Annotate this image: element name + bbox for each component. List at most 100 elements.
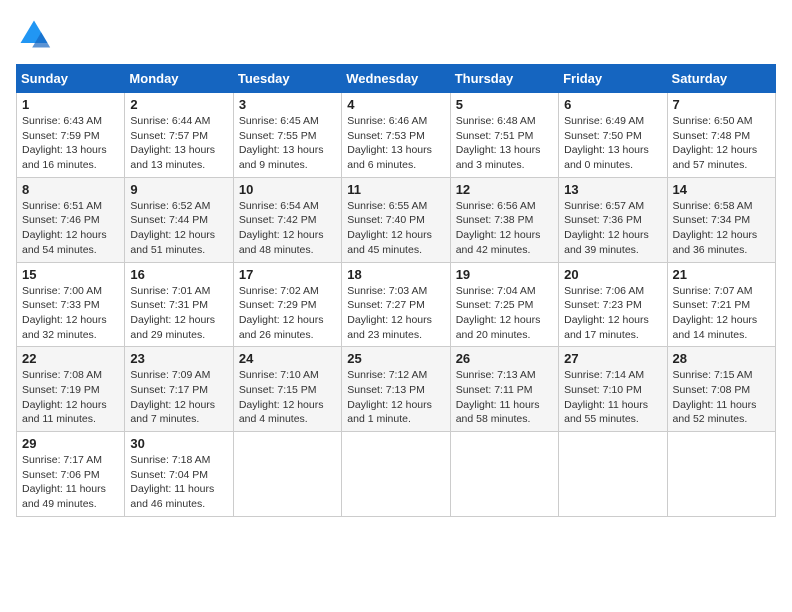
day-number: 25 [347,351,444,366]
day-number: 6 [564,97,661,112]
calendar-day-cell: 4 Sunrise: 6:46 AMSunset: 7:53 PMDaylight… [342,93,450,178]
day-number: 27 [564,351,661,366]
calendar-week-row: 8 Sunrise: 6:51 AMSunset: 7:46 PMDaylight… [17,177,776,262]
day-info: Sunrise: 7:12 AMSunset: 7:13 PMDaylight:… [347,369,432,425]
calendar-day-cell: 2 Sunrise: 6:44 AMSunset: 7:57 PMDaylight… [125,93,233,178]
day-info: Sunrise: 7:06 AMSunset: 7:23 PMDaylight:… [564,285,649,341]
day-number: 13 [564,182,661,197]
day-number: 15 [22,267,119,282]
calendar-day-cell: 26 Sunrise: 7:13 AMSunset: 7:11 PMDayligh… [450,347,558,432]
day-info: Sunrise: 6:57 AMSunset: 7:36 PMDaylight:… [564,200,649,256]
day-number: 10 [239,182,336,197]
day-info: Sunrise: 6:44 AMSunset: 7:57 PMDaylight:… [130,115,215,171]
day-info: Sunrise: 7:00 AMSunset: 7:33 PMDaylight:… [22,285,107,341]
calendar-day-cell [342,432,450,517]
weekday-header-row: SundayMondayTuesdayWednesdayThursdayFrid… [17,65,776,93]
weekday-header-cell: Saturday [667,65,775,93]
calendar-day-cell: 15 Sunrise: 7:00 AMSunset: 7:33 PMDayligh… [17,262,125,347]
calendar-day-cell: 20Sunrise: 7:06 AMSunset: 7:23 PMDayligh… [559,262,667,347]
day-info: Sunrise: 6:52 AMSunset: 7:44 PMDaylight:… [130,200,215,256]
calendar-day-cell: 5 Sunrise: 6:48 AMSunset: 7:51 PMDaylight… [450,93,558,178]
calendar-table: SundayMondayTuesdayWednesdayThursdayFrid… [16,64,776,517]
day-number: 5 [456,97,553,112]
calendar-day-cell: 29 Sunrise: 7:17 AMSunset: 7:06 PMDayligh… [17,432,125,517]
day-info: Sunrise: 7:14 AMSunset: 7:10 PMDaylight:… [564,369,648,425]
day-number: 2 [130,97,227,112]
day-info: Sunrise: 7:10 AMSunset: 7:15 PMDaylight:… [239,369,324,425]
calendar-week-row: 1 Sunrise: 6:43 AMSunset: 7:59 PMDaylight… [17,93,776,178]
day-info: Sunrise: 6:43 AMSunset: 7:59 PMDaylight:… [22,115,107,171]
day-number: 9 [130,182,227,197]
weekday-header-cell: Wednesday [342,65,450,93]
day-info: Sunrise: 7:17 AMSunset: 7:06 PMDaylight:… [22,454,106,510]
calendar-day-cell: 16 Sunrise: 7:01 AMSunset: 7:31 PMDayligh… [125,262,233,347]
logo [16,16,58,52]
day-info: Sunrise: 6:46 AMSunset: 7:53 PMDaylight:… [347,115,432,171]
day-info: Sunrise: 7:07 AMSunset: 7:21 PMDaylight:… [673,285,758,341]
day-number: 12 [456,182,553,197]
calendar-day-cell: 27 Sunrise: 7:14 AMSunset: 7:10 PMDayligh… [559,347,667,432]
day-info: Sunrise: 6:45 AMSunset: 7:55 PMDaylight:… [239,115,324,171]
day-info: Sunrise: 6:55 AMSunset: 7:40 PMDaylight:… [347,200,432,256]
calendar-day-cell: 23 Sunrise: 7:09 AMSunset: 7:17 PMDayligh… [125,347,233,432]
day-number: 18 [347,267,444,282]
calendar-day-cell: 28 Sunrise: 7:15 AMSunset: 7:08 PMDayligh… [667,347,775,432]
day-info: Sunrise: 7:09 AMSunset: 7:17 PMDaylight:… [130,369,215,425]
calendar-day-cell [667,432,775,517]
calendar-day-cell: 30 Sunrise: 7:18 AMSunset: 7:04 PMDayligh… [125,432,233,517]
day-info: Sunrise: 6:48 AMSunset: 7:51 PMDaylight:… [456,115,541,171]
day-info: Sunrise: 7:03 AMSunset: 7:27 PMDaylight:… [347,285,432,341]
calendar-day-cell: 13 Sunrise: 6:57 AMSunset: 7:36 PMDayligh… [559,177,667,262]
day-number: 14 [673,182,770,197]
calendar-day-cell: 17Sunrise: 7:02 AMSunset: 7:29 PMDayligh… [233,262,341,347]
day-info: Sunrise: 6:58 AMSunset: 7:34 PMDaylight:… [673,200,758,256]
weekday-header-cell: Monday [125,65,233,93]
calendar-day-cell [450,432,558,517]
day-info: Sunrise: 6:51 AMSunset: 7:46 PMDaylight:… [22,200,107,256]
day-number: 21 [673,267,770,282]
day-number: 1 [22,97,119,112]
calendar-day-cell: 21 Sunrise: 7:07 AMSunset: 7:21 PMDayligh… [667,262,775,347]
day-number: 8 [22,182,119,197]
logo-icon [16,16,52,52]
day-info: Sunrise: 7:15 AMSunset: 7:08 PMDaylight:… [673,369,757,425]
header [16,16,776,52]
calendar-day-cell: 25 Sunrise: 7:12 AMSunset: 7:13 PMDayligh… [342,347,450,432]
weekday-header-cell: Sunday [17,65,125,93]
day-number: 3 [239,97,336,112]
day-info: Sunrise: 6:54 AMSunset: 7:42 PMDaylight:… [239,200,324,256]
day-number: 4 [347,97,444,112]
calendar-body: 1 Sunrise: 6:43 AMSunset: 7:59 PMDaylight… [17,93,776,517]
day-number: 16 [130,267,227,282]
calendar-day-cell: 10 Sunrise: 6:54 AMSunset: 7:42 PMDayligh… [233,177,341,262]
calendar-day-cell [233,432,341,517]
calendar-week-row: 29 Sunrise: 7:17 AMSunset: 7:06 PMDayligh… [17,432,776,517]
day-info: Sunrise: 6:56 AMSunset: 7:38 PMDaylight:… [456,200,541,256]
day-number: 29 [22,436,119,451]
weekday-header-cell: Friday [559,65,667,93]
day-info: Sunrise: 7:13 AMSunset: 7:11 PMDaylight:… [456,369,540,425]
calendar-day-cell: 11Sunrise: 6:55 AMSunset: 7:40 PMDayligh… [342,177,450,262]
day-number: 26 [456,351,553,366]
calendar-day-cell [559,432,667,517]
day-number: 23 [130,351,227,366]
day-info: Sunrise: 7:18 AMSunset: 7:04 PMDaylight:… [130,454,214,510]
calendar-day-cell: 22 Sunrise: 7:08 AMSunset: 7:19 PMDayligh… [17,347,125,432]
calendar-day-cell: 24Sunrise: 7:10 AMSunset: 7:15 PMDayligh… [233,347,341,432]
day-info: Sunrise: 6:49 AMSunset: 7:50 PMDaylight:… [564,115,649,171]
day-info: Sunrise: 7:01 AMSunset: 7:31 PMDaylight:… [130,285,215,341]
day-number: 28 [673,351,770,366]
day-info: Sunrise: 6:50 AMSunset: 7:48 PMDaylight:… [673,115,758,171]
day-number: 30 [130,436,227,451]
calendar-day-cell: 12 Sunrise: 6:56 AMSunset: 7:38 PMDayligh… [450,177,558,262]
calendar-day-cell: 14 Sunrise: 6:58 AMSunset: 7:34 PMDayligh… [667,177,775,262]
calendar-day-cell: 7Sunrise: 6:50 AMSunset: 7:48 PMDaylight… [667,93,775,178]
day-info: Sunrise: 7:04 AMSunset: 7:25 PMDaylight:… [456,285,541,341]
calendar-day-cell: 18 Sunrise: 7:03 AMSunset: 7:27 PMDayligh… [342,262,450,347]
day-info: Sunrise: 7:08 AMSunset: 7:19 PMDaylight:… [22,369,107,425]
calendar-day-cell: 6 Sunrise: 6:49 AMSunset: 7:50 PMDaylight… [559,93,667,178]
day-number: 22 [22,351,119,366]
calendar-day-cell: 19Sunrise: 7:04 AMSunset: 7:25 PMDayligh… [450,262,558,347]
calendar-week-row: 22 Sunrise: 7:08 AMSunset: 7:19 PMDayligh… [17,347,776,432]
day-info: Sunrise: 7:02 AMSunset: 7:29 PMDaylight:… [239,285,324,341]
